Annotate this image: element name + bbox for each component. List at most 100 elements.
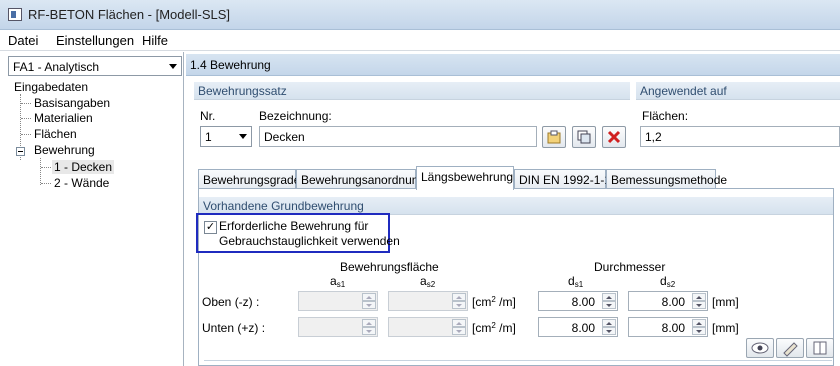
tree-line <box>40 158 41 185</box>
menu-hilfe[interactable]: Hilfe <box>142 33 168 48</box>
as2-subscript: s2 <box>426 280 436 289</box>
as2-header: as2 <box>420 274 435 289</box>
as1-symbol: a <box>330 274 337 288</box>
as1-bottom-spinner <box>298 317 378 337</box>
tree-item-flaechen[interactable]: Flächen <box>34 127 77 141</box>
tree-item-decken[interactable]: 1 - Decken <box>52 160 115 174</box>
use-sls-label-1: Erforderliche Bewehrung für <box>219 219 369 233</box>
spin-down-icon[interactable] <box>692 327 706 335</box>
section-header: 1.4 Bewehrung <box>186 54 840 76</box>
spin-up-icon[interactable] <box>602 319 616 327</box>
nr-select[interactable]: 1 <box>200 126 252 147</box>
ds1-top-spinner[interactable]: 8.00 <box>538 291 618 311</box>
ds1-header: ds1 <box>568 274 583 289</box>
spin-down-icon[interactable] <box>692 301 706 309</box>
edit-button[interactable] <box>776 338 804 358</box>
title-bar: RF-BETON Flächen - [Modell-SLS] <box>0 0 840 30</box>
tab-bewehrungsanordnung[interactable]: Bewehrungsanordnung <box>296 169 425 189</box>
spin-up-icon <box>362 293 376 301</box>
name-input[interactable]: Decken <box>259 126 537 147</box>
tree-item-materialien[interactable]: Materialien <box>34 111 93 125</box>
chevron-down-icon <box>239 134 247 139</box>
tree-item-waende[interactable]: 2 - Wände <box>54 176 109 190</box>
spin-down-icon[interactable] <box>602 301 616 309</box>
delete-icon <box>607 130 621 144</box>
unit-area-post: /m] <box>495 321 516 335</box>
as1-header: as1 <box>330 274 345 289</box>
copy-set-button[interactable] <box>572 126 596 148</box>
use-sls-label-2: Gebrauchstauglichkeit verwenden <box>219 234 400 248</box>
tree-line <box>21 118 31 119</box>
ds2-top-value: 8.00 <box>661 295 685 309</box>
spin-down-icon <box>452 327 466 335</box>
eye-icon <box>751 342 769 354</box>
menu-datei[interactable]: Datei <box>8 33 38 48</box>
tab-din-en[interactable]: DIN EN 1992-1-1 <box>514 169 611 189</box>
as2-top-spinner <box>388 291 468 311</box>
unit-area-bottom: [cm2 /m] <box>472 321 516 335</box>
tree-line <box>41 167 51 168</box>
ds2-bottom-spinner[interactable]: 8.00 <box>628 317 708 337</box>
new-set-button[interactable] <box>542 126 566 148</box>
as1-subscript: s1 <box>336 280 346 289</box>
tree-line <box>21 134 31 135</box>
ds2-bottom-value: 8.00 <box>661 321 685 335</box>
menu-einstellungen[interactable]: Einstellungen <box>56 33 134 48</box>
ds1-top-value: 8.00 <box>571 295 595 309</box>
diameter-title: Durchmesser <box>594 260 666 274</box>
unit-area-post: /m] <box>495 295 516 309</box>
tree-line <box>21 103 31 104</box>
pencil-icon <box>783 342 798 357</box>
surfaces-input[interactable]: 1,2 <box>640 126 840 147</box>
ds1-symbol: d <box>568 274 575 288</box>
tab-bemessungsmethode[interactable]: Bemessungsmethode <box>606 169 727 189</box>
spin-down-icon <box>452 301 466 309</box>
case-select[interactable]: FA1 - Analytisch <box>8 56 182 76</box>
nr-select-value: 1 <box>205 130 212 144</box>
window-title: RF-BETON Flächen - [Modell-SLS] <box>28 7 231 22</box>
spin-up-icon <box>452 293 466 301</box>
group-header: Bewehrungssatz <box>194 82 630 100</box>
spin-up-icon[interactable] <box>692 319 706 327</box>
use-sls-checkbox[interactable]: ✓ <box>204 221 217 234</box>
book-icon <box>813 341 827 355</box>
unit-mm-top: [mm] <box>712 295 739 309</box>
separator <box>204 360 832 361</box>
spin-down-icon[interactable] <box>602 327 616 335</box>
unit-area-top: [cm2 /m] <box>472 295 516 309</box>
view-button[interactable] <box>746 338 774 358</box>
row-label-bottom: Unten (+z) : <box>202 321 266 335</box>
tab-strip: Bewehrungsgrade Bewehrungsanordnung Läng… <box>198 166 838 190</box>
ds2-top-spinner[interactable]: 8.00 <box>628 291 708 311</box>
name-label: Bezeichnung: <box>259 109 332 123</box>
tab-bewehrungsgrade[interactable]: Bewehrungsgrade <box>198 169 300 189</box>
area-title: Bewehrungsfläche <box>340 260 439 274</box>
case-select-value: FA1 - Analytisch <box>13 60 100 74</box>
library-button[interactable] <box>806 338 834 358</box>
spin-up-icon[interactable] <box>692 293 706 301</box>
tree-line <box>41 183 51 184</box>
spin-down-icon <box>362 301 376 309</box>
row-label-top: Oben (-z) : <box>202 295 260 309</box>
app-icon <box>8 8 22 21</box>
ds2-symbol: d <box>660 274 667 288</box>
tree-item-bewehrung[interactable]: Bewehrung <box>34 143 95 157</box>
spin-up-icon[interactable] <box>602 293 616 301</box>
new-folder-icon <box>547 130 561 144</box>
ds2-header: ds2 <box>660 274 675 289</box>
nr-label: Nr. <box>200 109 216 123</box>
tree-item-basisangaben[interactable]: Basisangaben <box>34 96 110 110</box>
tab-laengsbewehrung[interactable]: Längsbewehrung <box>416 166 514 190</box>
unit-area-pre: [cm <box>472 295 492 309</box>
spin-down-icon <box>362 327 376 335</box>
ds1-bottom-spinner[interactable]: 8.00 <box>538 317 618 337</box>
collapse-icon[interactable] <box>16 147 25 156</box>
ds1-bottom-value: 8.00 <box>571 321 595 335</box>
spin-up-icon <box>362 319 376 327</box>
tree-item-eingabedaten[interactable]: Eingabedaten <box>14 80 88 94</box>
spin-up-icon <box>452 319 466 327</box>
as2-bottom-spinner <box>388 317 468 337</box>
delete-set-button[interactable] <box>602 126 626 148</box>
section-title: 1.4 Bewehrung <box>190 58 271 72</box>
as1-top-spinner <box>298 291 378 311</box>
